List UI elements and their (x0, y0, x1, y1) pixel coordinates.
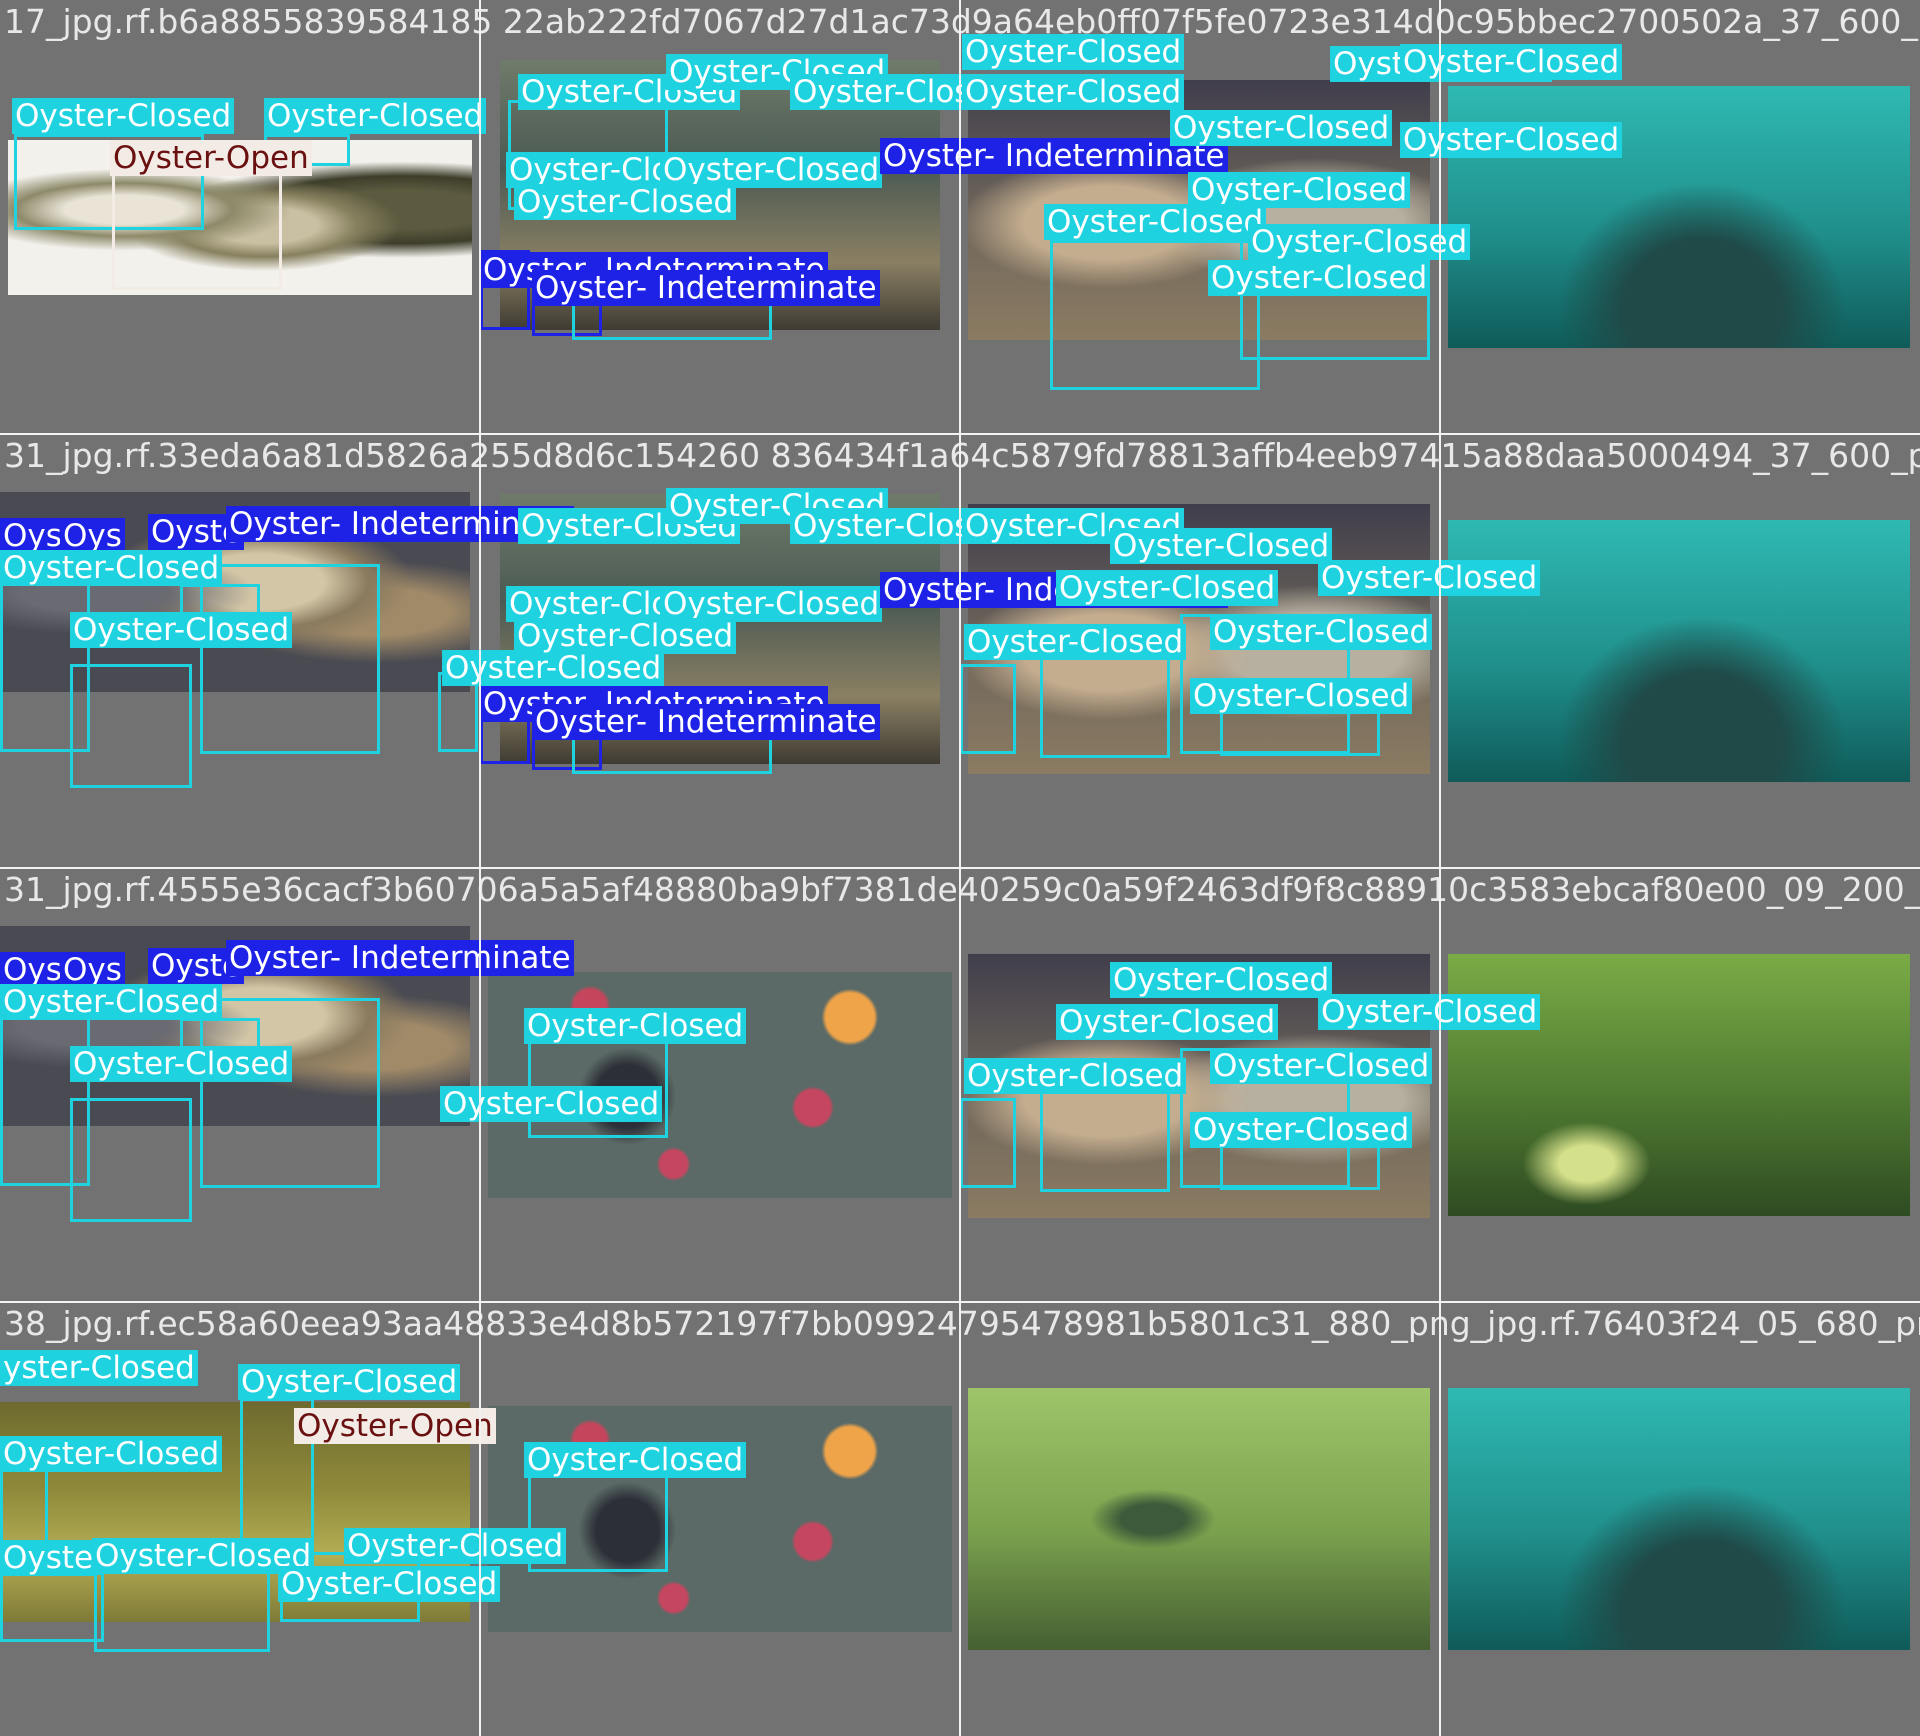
underwater-photo (968, 1388, 1430, 1650)
bounding-box-closed (1040, 644, 1170, 758)
bounding-box-closed (1040, 1078, 1170, 1192)
bounding-box-closed (960, 1098, 1016, 1188)
detection-label: Oyster-Closed (1110, 528, 1333, 564)
detection-label: Oyster-Closed (1110, 962, 1333, 998)
detection-label: Oyster-Closed (442, 650, 665, 686)
detection-label: Oyster- Indeterminate (226, 940, 574, 976)
detection-label: Oyster-Closed (12, 98, 235, 134)
detection-label: Oyster-Closed (0, 1436, 223, 1472)
detection-label: Oyster-Closed (344, 1528, 567, 1564)
detection-label: Oyster-Closed (524, 1008, 747, 1044)
detection-label: Oyster-Closed (0, 984, 223, 1020)
grid-divider (0, 867, 1920, 869)
bounding-box-closed (0, 1572, 104, 1642)
detection-label: Oyster-Closed (964, 624, 1187, 660)
detection-label: Oyster-Closed (1170, 110, 1393, 146)
detection-label: Oyster-Closed (1190, 1112, 1413, 1148)
detection-label: Oyster-Closed (440, 1086, 663, 1122)
detection-label: Oyster-Closed (0, 550, 223, 586)
detection-label: Oyster-Closed (70, 1046, 293, 1082)
detection-label: Oyster- Indeterminate (532, 704, 880, 740)
detection-label: yster-Closed (0, 1350, 198, 1386)
detection-label: Oyster-Closed (1044, 204, 1267, 240)
detection-label: Oys (60, 518, 125, 554)
detection-label: Oyster-Closed (1188, 172, 1411, 208)
detection-label: Oyster-Closed (1210, 1048, 1433, 1084)
detection-label: Oyste (0, 1540, 97, 1576)
detection-label: Oyster-Closed (1210, 614, 1433, 650)
bounding-box-closed (960, 664, 1016, 754)
bounding-box-closed (70, 664, 192, 788)
detection-label: Oyster-Open (110, 140, 312, 176)
tile-filename: 38_jpg.rf.ec58a60eea93aa48833e4d8b572197… (4, 1304, 1920, 1343)
bounding-box-closed (94, 1570, 270, 1652)
detection-label: Oys (60, 952, 125, 988)
grid-divider (0, 1301, 1920, 1303)
detection-label: Oyster- Indeterminate (532, 270, 880, 306)
detection-label: Oyster-Closed (660, 586, 883, 622)
tile-filename: 17_jpg.rf.b6a8855839584185 22ab222fd7067… (4, 2, 480, 41)
detection-label: Oyster-Closed (238, 1364, 461, 1400)
grid-divider (0, 433, 1920, 435)
detection-label: Oyster-Closed (1318, 560, 1541, 596)
detection-label: Oyster-Closed (70, 612, 293, 648)
detection-label: Oyster-Closed (962, 74, 1185, 110)
detection-label: Oyster-Closed (1400, 122, 1623, 158)
underwater-photo (1448, 1388, 1910, 1650)
detection-label: Oyster-Closed (1056, 1004, 1279, 1040)
detection-label: Oyster-Closed (1400, 44, 1623, 80)
detection-label: Oyster-Closed (1190, 678, 1413, 714)
detection-label: Oyster-Closed (514, 184, 737, 220)
detection-label: Oyster-Closed (264, 98, 487, 134)
detection-label: Oyster-Closed (278, 1566, 501, 1602)
detection-label: Oyster-Closed (964, 1058, 1187, 1094)
detection-label: Oyster-Closed (1208, 260, 1431, 296)
detection-label: Oyster-Closed (660, 152, 883, 188)
detection-label: Oyster-Open (294, 1408, 496, 1444)
tile-filename: 31_jpg.rf.33eda6a81d5826a255d8d6c154260 … (4, 436, 1920, 475)
detection-label: Oyster-Closed (1318, 994, 1541, 1030)
detection-label: Oyster-Closed (524, 1442, 747, 1478)
detection-label: Oyster-Closed (962, 34, 1185, 70)
detection-label: Oyster-Closed (514, 618, 737, 654)
tile-filename: 31_jpg.rf.4555e36cacf3b60706a5a5af48880b… (4, 870, 1920, 909)
bounding-box-closed (70, 1098, 192, 1222)
detection-label: Oyster-Closed (1248, 224, 1471, 260)
detection-label: Oyster-Closed (1056, 570, 1279, 606)
tile-filename: 17_jpg.rf.b6a8855839584185 22ab222fd7067… (480, 2, 1920, 41)
